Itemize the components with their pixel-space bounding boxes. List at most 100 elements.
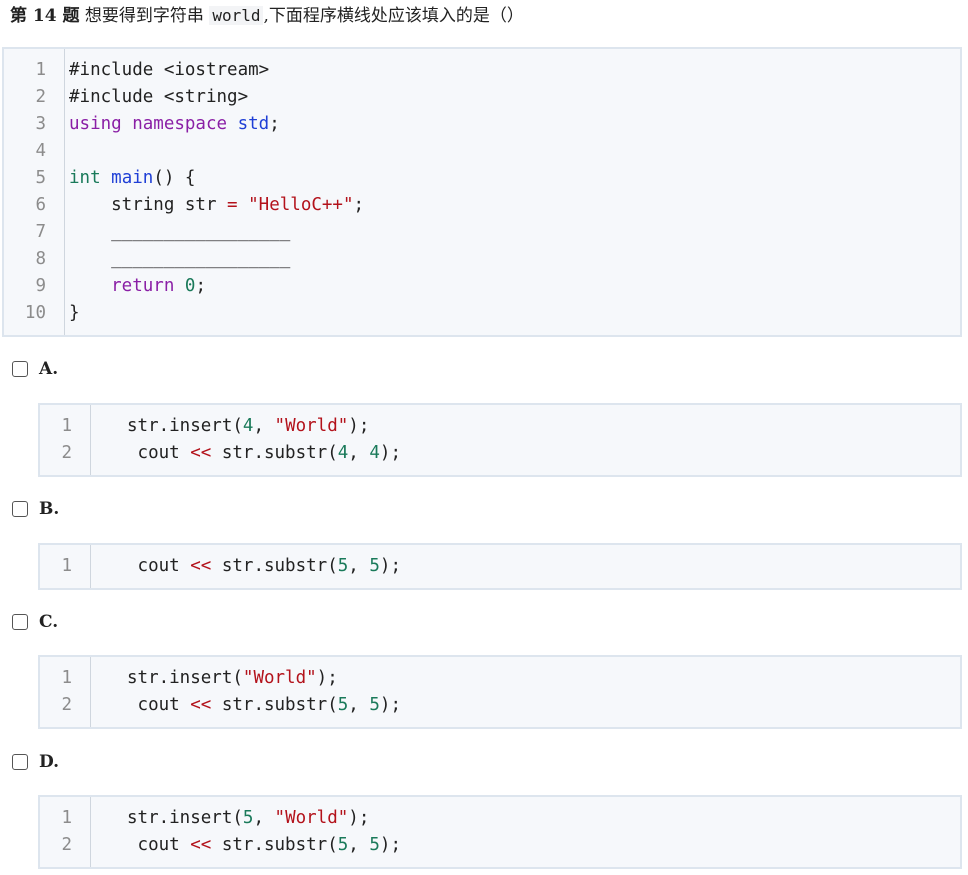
code-token: ); xyxy=(379,835,401,855)
option-b-label: B. xyxy=(39,499,60,519)
code-token: std xyxy=(237,114,270,134)
code-token: main xyxy=(111,168,154,188)
line-number: 2 xyxy=(61,835,72,855)
option-b-code-block: 1 cout << str.substr(5, 5); xyxy=(38,543,962,590)
code-token: int xyxy=(69,168,112,188)
code-line: 3 using namespace std; xyxy=(4,111,960,138)
code-token: string str xyxy=(69,195,228,215)
option-a-checkbox[interactable] xyxy=(12,361,28,377)
code-text: cout << str.substr(4, 4); xyxy=(127,440,401,467)
code-line: 2 cout << str.substr(5, 5); xyxy=(40,832,960,859)
line-number: 3 xyxy=(35,114,46,134)
code-text: string str = "HelloC++"; xyxy=(69,192,364,219)
line-number: 6 xyxy=(35,195,46,215)
code-token: ); xyxy=(379,556,401,576)
option-b[interactable]: B. xyxy=(12,497,59,521)
line-number: 5 xyxy=(35,168,46,188)
code-text: #include <string> xyxy=(69,84,248,111)
code-token: << xyxy=(190,556,212,576)
code-line: 1 str.insert("World"); xyxy=(40,665,960,692)
code-token: "World" xyxy=(274,808,349,828)
code-token: ; xyxy=(353,195,365,215)
line-number: 2 xyxy=(61,695,72,715)
code-text: using namespace std; xyxy=(69,111,280,138)
line-number: 7 xyxy=(35,222,46,242)
code-text: _________________ xyxy=(69,219,290,246)
code-line: 1 str.insert(5, "World"); xyxy=(40,805,960,832)
code-token: str.substr( xyxy=(211,695,338,715)
code-token: 4 xyxy=(242,416,254,436)
code-token: 0 xyxy=(184,276,196,296)
code-token: 5 xyxy=(369,695,380,715)
line-number: 1 xyxy=(61,416,72,436)
code-token: "World" xyxy=(274,416,349,436)
code-token: ); xyxy=(379,695,401,715)
code-token: 5 xyxy=(337,556,349,576)
code-token: "World" xyxy=(242,668,317,688)
code-token: str.substr( xyxy=(211,443,338,463)
code-token: 4 xyxy=(337,443,349,463)
code-token: 5 xyxy=(242,808,254,828)
code-text: } xyxy=(69,300,80,327)
line-number: 2 xyxy=(35,87,46,107)
code-token: ); xyxy=(348,416,370,436)
option-c-checkbox[interactable] xyxy=(12,614,28,630)
question-prompt: 第 14 题 想要得到字符串 world ,下面程序横线处应该填入的是（） xyxy=(10,4,524,28)
code-token: ); xyxy=(316,668,338,688)
code-token: 5 xyxy=(369,556,380,576)
option-d[interactable]: D. xyxy=(12,750,59,774)
code-token: _________________ xyxy=(69,249,291,269)
code-token: , xyxy=(348,443,370,463)
code-token: , xyxy=(253,416,275,436)
option-b-checkbox[interactable] xyxy=(12,501,28,517)
inline-code-world: world xyxy=(209,6,264,25)
code-line: 5 int main() { xyxy=(4,165,960,192)
code-line: 6 string str = "HelloC++"; xyxy=(4,192,960,219)
code-token: cout xyxy=(127,695,191,715)
code-text: str.insert(5, "World"); xyxy=(127,805,369,832)
code-token: ); xyxy=(348,808,370,828)
code-token: #include <iostream> xyxy=(69,60,270,80)
code-line: 2 cout << str.substr(5, 5); xyxy=(40,692,960,719)
line-number: 10 xyxy=(24,303,46,323)
code-text: #include <iostream> xyxy=(69,57,269,84)
code-token: , xyxy=(348,835,370,855)
code-token: 4 xyxy=(369,443,380,463)
code-token: , xyxy=(348,556,370,576)
code-text: cout << str.substr(5, 5); xyxy=(127,553,401,580)
code-token: , xyxy=(253,808,275,828)
code-token: << xyxy=(190,835,212,855)
code-text: str.insert("World"); xyxy=(127,665,338,692)
line-number: 2 xyxy=(61,443,72,463)
code-token: _________________ xyxy=(69,222,291,242)
code-token: << xyxy=(190,695,212,715)
option-a[interactable]: A. xyxy=(12,357,58,381)
line-number: 1 xyxy=(61,808,72,828)
option-c[interactable]: C. xyxy=(12,610,58,634)
line-number: 9 xyxy=(35,276,46,296)
option-d-code-block: 1 str.insert(5, "World"); 2 cout << str.su… xyxy=(38,795,962,869)
code-token: str.substr( xyxy=(211,835,338,855)
code-line: 2 #include <string> xyxy=(4,84,960,111)
option-d-label: D. xyxy=(39,752,60,772)
question-number: 第 14 题 xyxy=(10,6,80,26)
option-c-code-block: 1 str.insert("World"); 2 cout << str.subst… xyxy=(38,655,962,729)
code-line: 4 xyxy=(4,138,960,165)
code-token: cout xyxy=(127,443,191,463)
code-token: ); xyxy=(379,443,401,463)
question-text-after: ,下面程序横线处应该填入的是（） xyxy=(263,6,524,26)
code-token: = xyxy=(227,195,238,215)
code-line: 2 cout << str.substr(4, 4); xyxy=(40,440,960,467)
code-token: str.insert( xyxy=(127,808,243,828)
code-token: using namespace xyxy=(69,114,238,134)
code-line: 8 _________________ xyxy=(4,246,960,273)
code-token: 5 xyxy=(369,835,380,855)
code-line: 1 cout << str.substr(5, 5); xyxy=(40,553,960,580)
code-text: int main() { xyxy=(69,165,195,192)
line-number: 8 xyxy=(35,249,46,269)
code-token: "HelloC++" xyxy=(248,195,354,215)
option-d-checkbox[interactable] xyxy=(12,754,28,770)
option-a-label: A. xyxy=(39,359,59,379)
code-text: return 0; xyxy=(69,273,206,300)
